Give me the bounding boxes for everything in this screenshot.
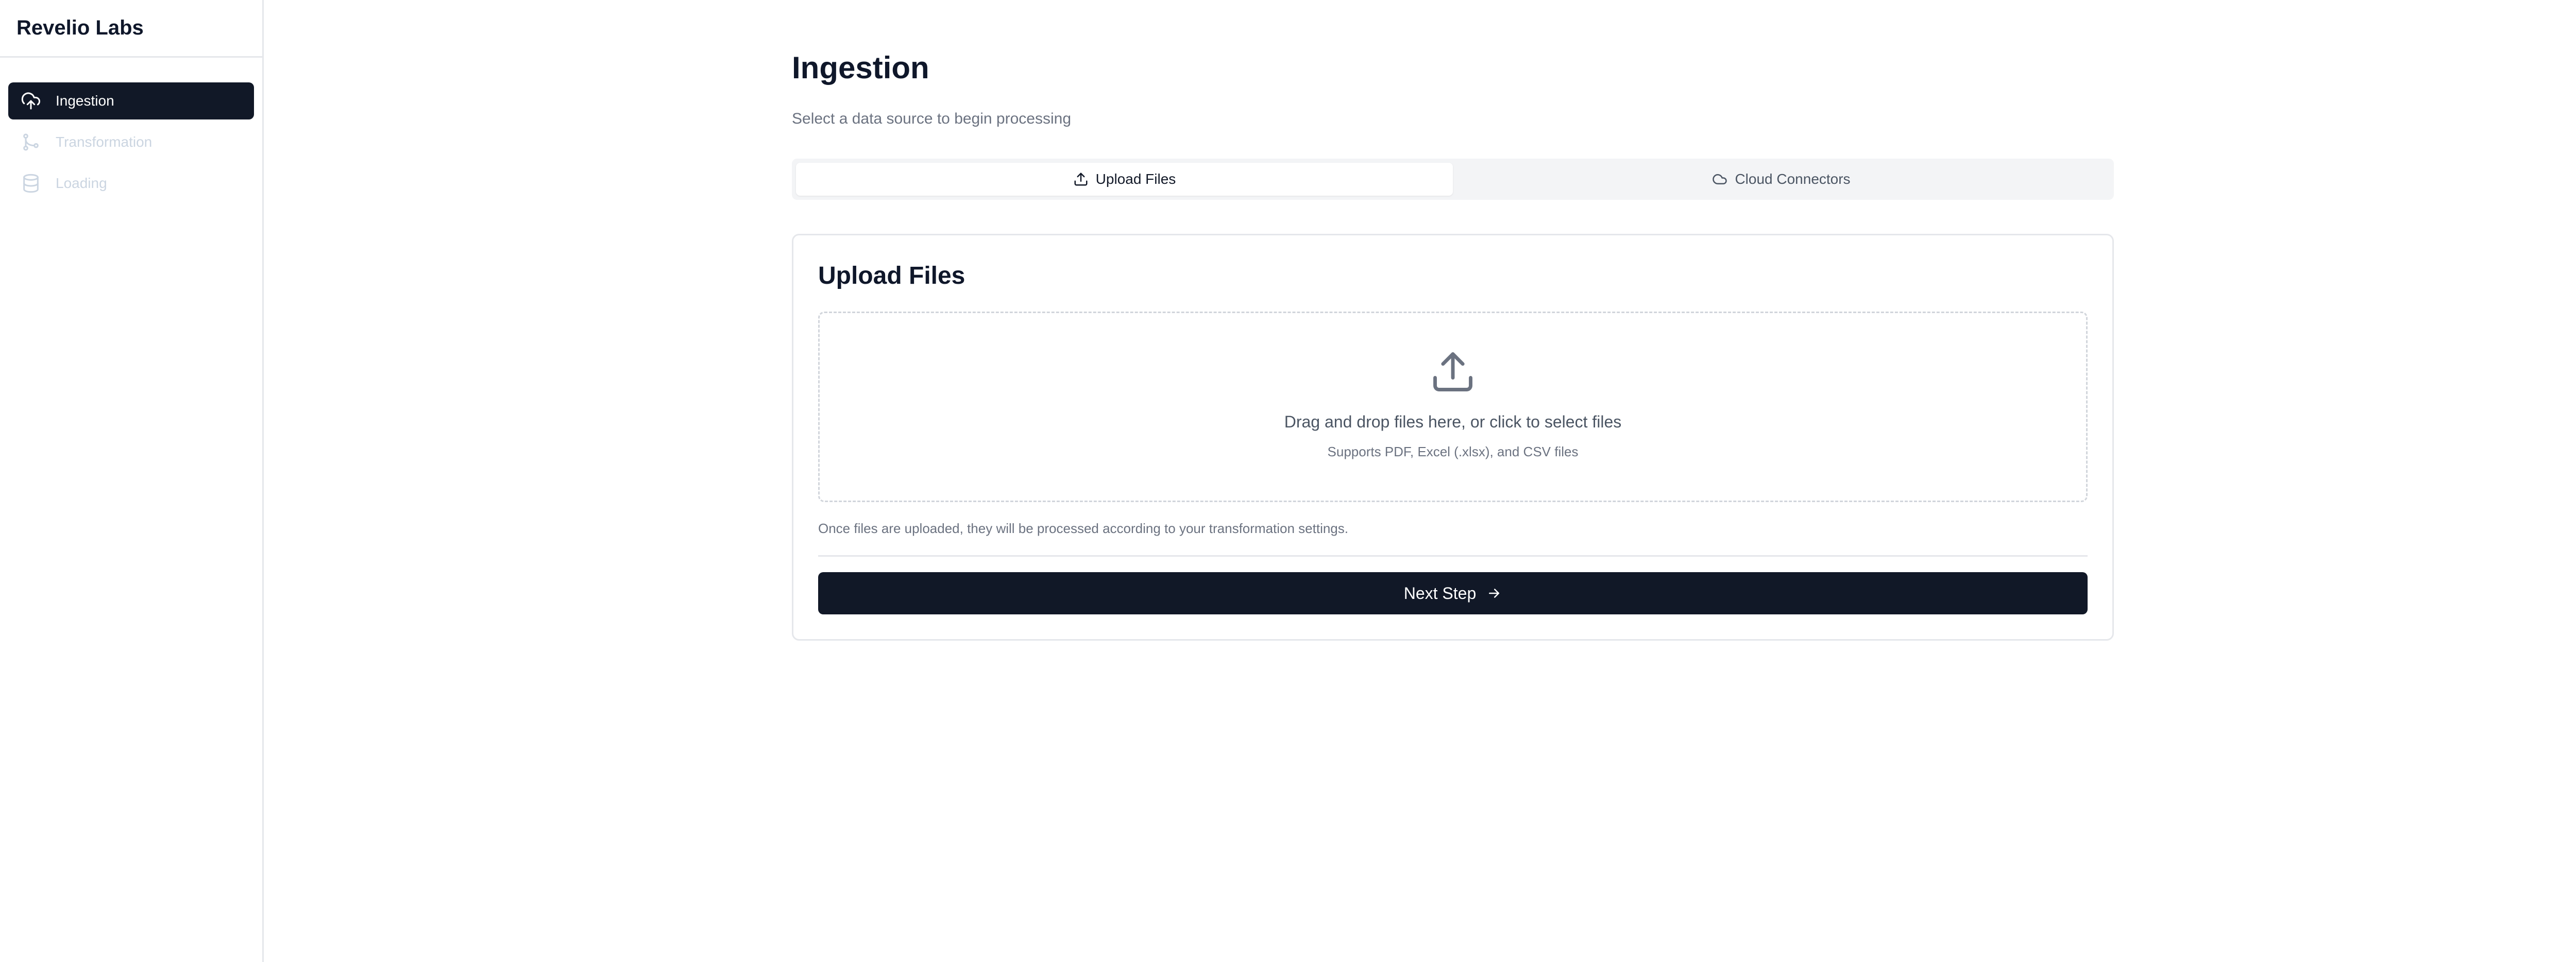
upload-card: Upload Files Drag and drop files here, o…	[792, 234, 2114, 641]
cloud-icon	[1712, 171, 1727, 187]
dropzone-instruction: Drag and drop files here, or click to se…	[1284, 413, 1622, 431]
git-branch-icon	[21, 132, 41, 152]
tab-label: Upload Files	[1095, 171, 1176, 187]
tab-label: Cloud Connectors	[1735, 171, 1851, 187]
upload-icon	[1073, 171, 1089, 187]
sidebar-item-label: Transformation	[56, 134, 152, 150]
source-tabs: Upload Files Cloud Connectors	[792, 159, 2114, 200]
content: Ingestion Select a data source to begin …	[792, 49, 2114, 641]
database-icon	[21, 173, 41, 194]
cloud-upload-icon	[21, 91, 41, 111]
sidebar-item-label: Loading	[56, 175, 107, 191]
tab-cloud-connectors[interactable]: Cloud Connectors	[1453, 163, 2110, 196]
dropzone-supported-types: Supports PDF, Excel (.xlsx), and CSV fil…	[1327, 444, 1579, 459]
upload-icon	[1429, 348, 1477, 398]
arrow-right-icon	[1486, 586, 1502, 601]
helper-text: Once files are uploaded, they will be pr…	[818, 521, 1348, 536]
sidebar-item-loading[interactable]: Loading	[8, 165, 254, 202]
main-area: Ingestion Select a data source to begin …	[265, 0, 2576, 962]
sidebar-item-label: Ingestion	[56, 93, 114, 109]
divider	[818, 555, 2088, 557]
next-step-label: Next Step	[1403, 583, 1477, 603]
card-title: Upload Files	[818, 262, 965, 289]
sidebar-nav: Ingestion Transformation Loading	[0, 58, 262, 202]
file-dropzone[interactable]: Drag and drop files here, or click to se…	[818, 312, 2088, 502]
app-root: Revelio Labs Ingestion Transformation Lo…	[0, 0, 2576, 962]
brand-title: Revelio Labs	[0, 0, 262, 58]
sidebar: Revelio Labs Ingestion Transformation Lo…	[0, 0, 264, 962]
page-title: Ingestion	[792, 50, 929, 85]
page-subtitle: Select a data source to begin processing	[792, 110, 1072, 127]
next-step-button[interactable]: Next Step	[818, 572, 2088, 614]
sidebar-item-transformation[interactable]: Transformation	[8, 124, 254, 161]
sidebar-item-ingestion[interactable]: Ingestion	[8, 82, 254, 119]
tab-upload-files[interactable]: Upload Files	[796, 163, 1453, 196]
